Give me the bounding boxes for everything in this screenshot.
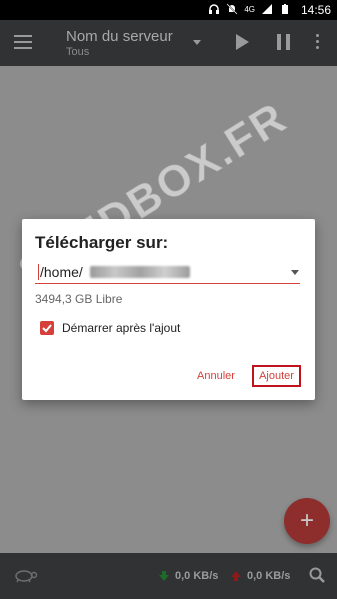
redacted-username bbox=[90, 266, 190, 278]
dialog-title: Télécharger sur: bbox=[35, 233, 169, 252]
start-after-add-checkbox[interactable] bbox=[40, 321, 54, 335]
cancel-button[interactable]: Annuler bbox=[197, 370, 235, 382]
status-time: 14:56 bbox=[300, 3, 331, 17]
download-path-value[interactable]: /home/ bbox=[40, 264, 83, 280]
headphones-icon bbox=[209, 4, 220, 14]
signal-icon bbox=[262, 4, 272, 14]
status-bar: 4G 14:56 bbox=[0, 0, 337, 20]
play-icon[interactable] bbox=[236, 34, 249, 50]
server-name[interactable]: Nom du serveur bbox=[66, 28, 173, 45]
more-options-icon[interactable] bbox=[316, 34, 320, 50]
menu-icon[interactable] bbox=[14, 35, 32, 49]
start-after-add-label[interactable]: Démarrer après l'ajout bbox=[62, 321, 180, 335]
checkmark-icon bbox=[42, 324, 52, 333]
add-torrent-button[interactable]: + bbox=[284, 498, 330, 544]
free-space-label: 3494,3 GB Libre bbox=[35, 292, 123, 306]
search-icon[interactable] bbox=[309, 567, 325, 583]
download-arrow-icon bbox=[159, 571, 169, 581]
battery-icon bbox=[282, 4, 288, 14]
bottom-bar: 0,0 KB/s 0,0 KB/s bbox=[0, 553, 337, 599]
add-button[interactable]: Ajouter bbox=[252, 365, 301, 387]
app-bar: Nom du serveur Tous bbox=[0, 20, 337, 66]
download-path-select[interactable]: /home/ bbox=[35, 262, 300, 284]
turtle-icon[interactable] bbox=[12, 567, 38, 583]
upload-speed: 0,0 KB/s bbox=[247, 570, 291, 582]
notifications-off-icon bbox=[226, 3, 238, 15]
upload-arrow-icon bbox=[231, 571, 241, 581]
server-dropdown-icon[interactable] bbox=[193, 40, 201, 45]
network-type-label: 4G bbox=[244, 4, 255, 14]
pause-icon[interactable] bbox=[277, 34, 291, 50]
download-speed: 0,0 KB/s bbox=[175, 570, 219, 582]
text-cursor bbox=[38, 264, 39, 280]
server-filter[interactable]: Tous bbox=[66, 46, 89, 58]
download-location-dialog: Télécharger sur: /home/ 3494,3 GB Libre … bbox=[22, 219, 315, 400]
status-icons: 4G bbox=[208, 3, 291, 15]
chevron-down-icon[interactable] bbox=[291, 270, 299, 275]
